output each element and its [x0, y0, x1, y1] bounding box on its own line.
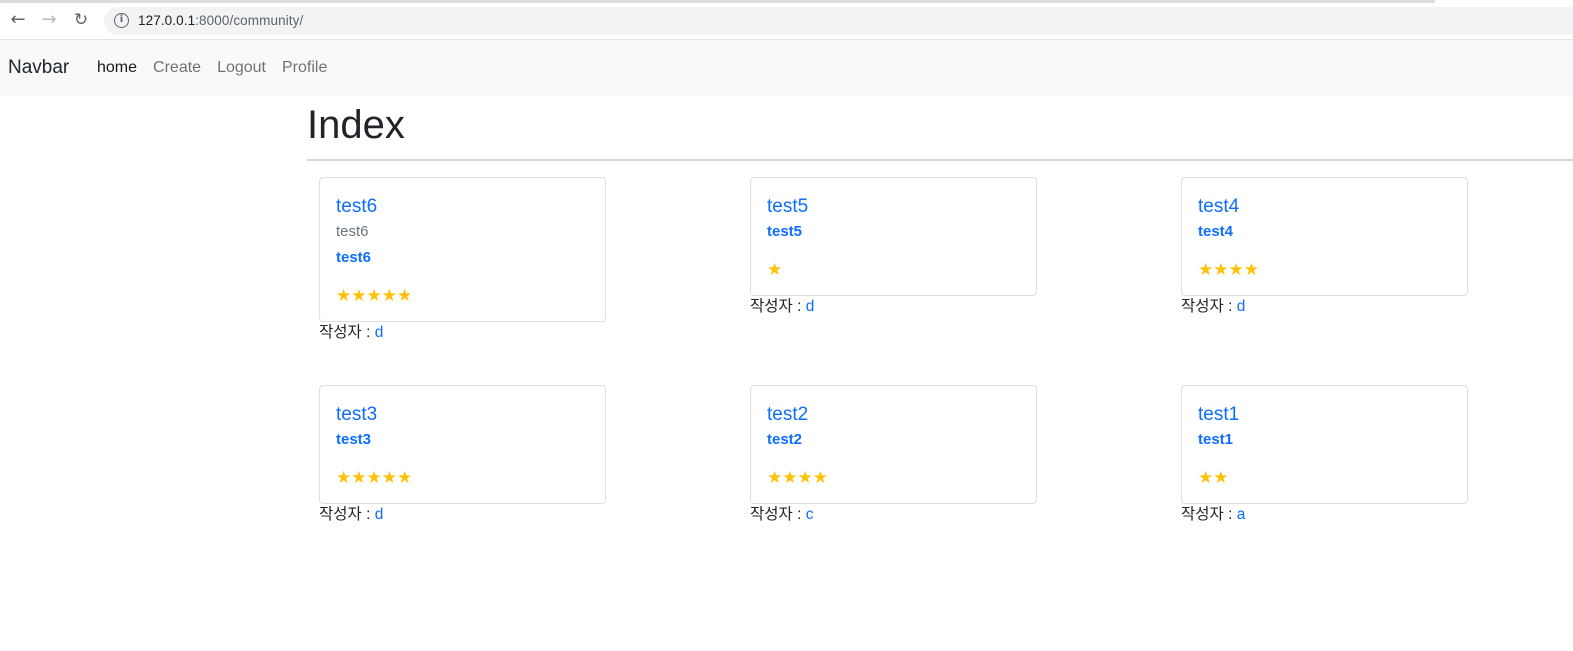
card-column: test1 test1 ★★ 작성자 : a — [1181, 385, 1468, 527]
author-line: 작성자 : d — [1181, 295, 1468, 319]
url-path: :8000/community/ — [195, 13, 304, 28]
author-label: 작성자 : — [319, 324, 375, 341]
url-text[interactable]: 127.0.0.1:8000/community/ — [138, 13, 303, 28]
loading-bar — [0, 0, 1435, 3]
author-line: 작성자 : d — [750, 295, 1037, 319]
author-line: 작성자 : c — [750, 503, 1037, 527]
card-column: test5 test5 ★ 작성자 : d — [750, 177, 1037, 319]
author-link[interactable]: d — [1237, 298, 1246, 315]
author-label: 작성자 : — [319, 506, 375, 523]
author-link[interactable]: d — [375, 506, 384, 523]
author-label: 작성자 : — [750, 298, 806, 315]
card-column: test3 test3 ★★★★★ 작성자 : d — [319, 385, 606, 527]
info-icon[interactable]: i — [114, 13, 129, 28]
address-bar[interactable]: i 127.0.0.1:8000/community/ — [104, 7, 1573, 35]
author-link[interactable]: d — [375, 324, 384, 341]
author-link[interactable]: c — [806, 506, 814, 523]
star-rating: ★ — [767, 260, 783, 280]
card-text: test5 — [767, 223, 803, 240]
nav-links: home Create Logout Profile — [97, 59, 327, 77]
nav-link-logout[interactable]: Logout — [217, 59, 266, 77]
star-rating: ★★ — [1198, 468, 1229, 488]
nav-link-profile[interactable]: Profile — [282, 59, 327, 77]
divider — [307, 159, 1573, 161]
card-text: test2 — [767, 431, 803, 448]
author-line: 작성자 : a — [1181, 503, 1468, 527]
star-rating: ★★★★ — [767, 468, 828, 488]
nav-link-home[interactable]: home — [97, 59, 137, 77]
review-card: test3 test3 ★★★★★ — [319, 385, 606, 504]
reload-icon[interactable]: ↻ — [71, 10, 91, 30]
card-text: test6 — [336, 249, 372, 266]
review-card: test1 test1 ★★ — [1181, 385, 1468, 504]
author-label: 작성자 : — [750, 506, 806, 523]
review-card: test4 test4 ★★★★ — [1181, 177, 1468, 296]
card-column: test2 test2 ★★★★ 작성자 : c — [750, 385, 1037, 527]
card-text: test1 — [1198, 431, 1234, 448]
card-title-link[interactable]: test1 — [1198, 402, 1451, 428]
review-card: test6 test6 test6 ★★★★★ — [319, 177, 606, 322]
author-link[interactable]: d — [806, 298, 815, 315]
navbar: Navbar home Create Logout Profile — [0, 40, 1573, 96]
star-rating: ★★★★ — [1198, 260, 1259, 280]
card-text: test4 — [1198, 223, 1234, 240]
card-title-link[interactable]: test2 — [767, 402, 1020, 428]
card-title-link[interactable]: test4 — [1198, 194, 1451, 220]
url-host: 127.0.0.1 — [138, 13, 196, 28]
browser-toolbar: ← → ↻ i 127.0.0.1:8000/community/ — [0, 0, 1573, 40]
star-rating: ★★★★★ — [336, 286, 413, 306]
review-card: test5 test5 ★ — [750, 177, 1037, 296]
author-label: 작성자 : — [1181, 506, 1237, 523]
author-link[interactable]: a — [1237, 506, 1246, 523]
card-column: test4 test4 ★★★★ 작성자 : d — [1181, 177, 1468, 319]
card-title-link[interactable]: test3 — [336, 402, 589, 428]
page-title: Index — [307, 103, 405, 147]
star-rating: ★★★★★ — [336, 468, 413, 488]
main-content: Index test6 test6 test6 ★★★★★ 작성자 : d te… — [307, 96, 1573, 523]
review-card: test2 test2 ★★★★ — [750, 385, 1037, 504]
card-title-link[interactable]: test6 — [336, 194, 589, 220]
author-line: 작성자 : d — [319, 503, 606, 527]
card-subtitle: test6 — [336, 223, 369, 240]
author-label: 작성자 : — [1181, 298, 1237, 315]
nav-link-create[interactable]: Create — [153, 59, 201, 77]
forward-icon[interactable]: → — [39, 10, 59, 30]
author-line: 작성자 : d — [319, 321, 606, 345]
card-column: test6 test6 test6 ★★★★★ 작성자 : d — [319, 177, 606, 345]
back-icon[interactable]: ← — [8, 10, 28, 30]
navbar-brand[interactable]: Navbar — [8, 57, 69, 79]
card-text: test3 — [336, 431, 372, 448]
card-title-link[interactable]: test5 — [767, 194, 1020, 220]
